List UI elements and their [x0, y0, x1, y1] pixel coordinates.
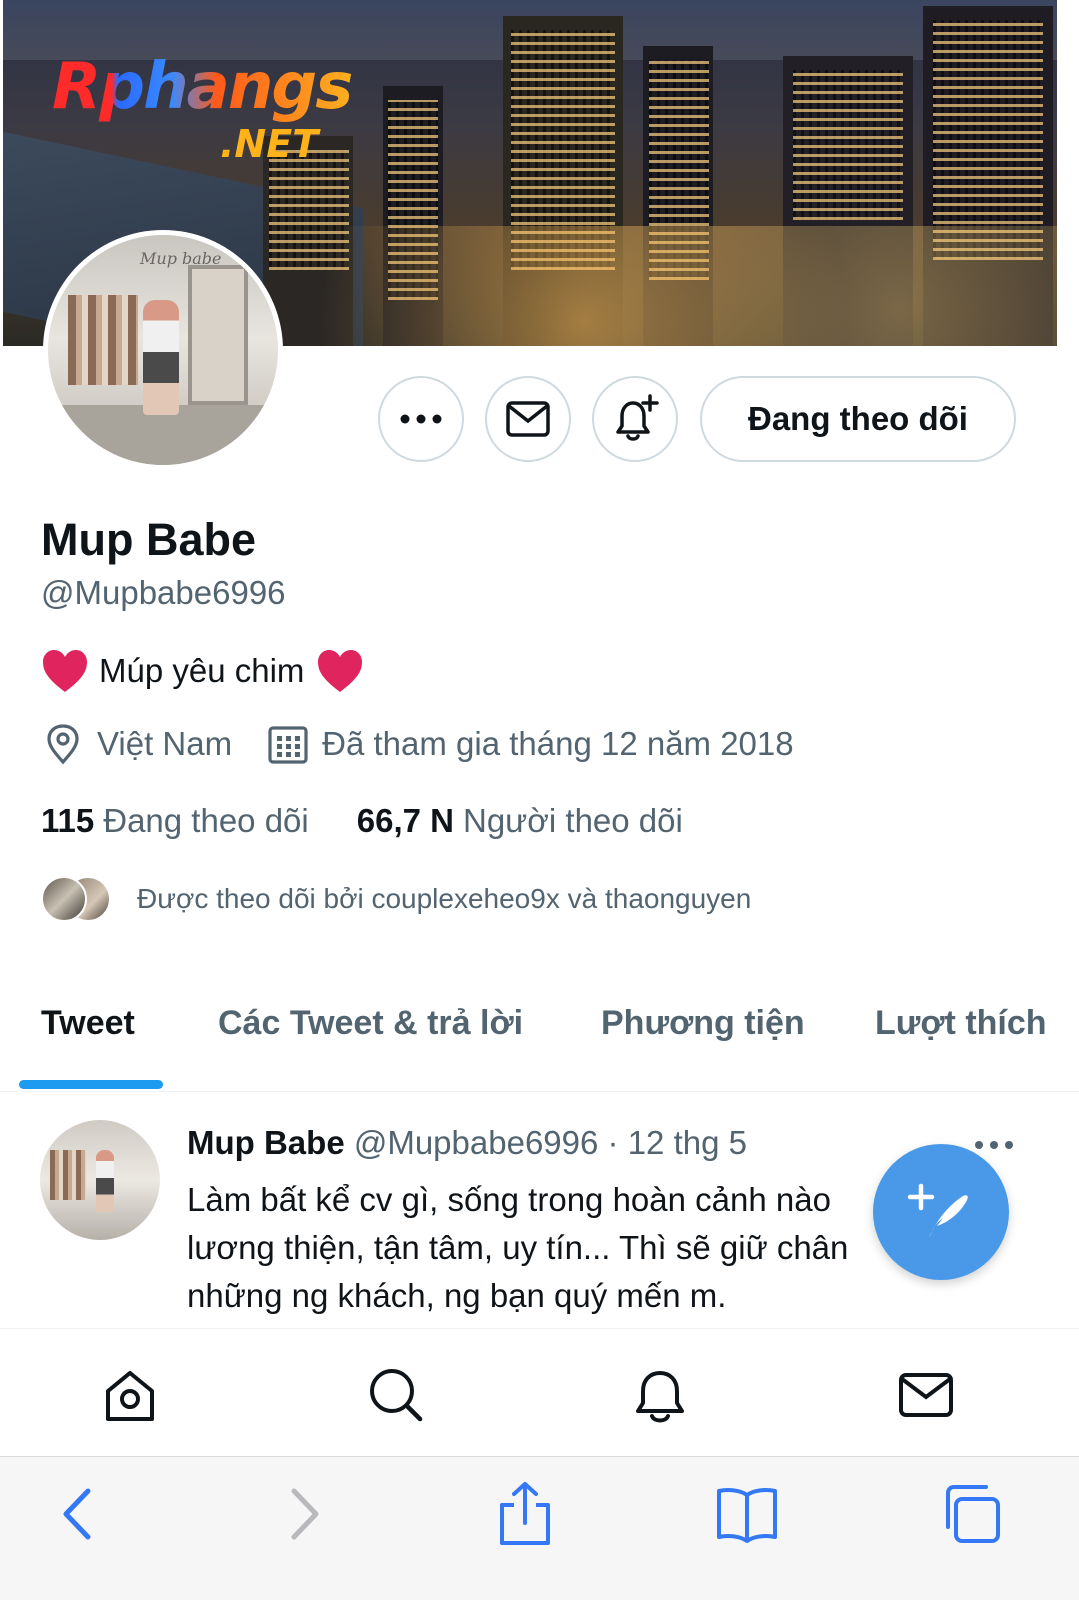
envelope-icon[interactable] [896, 1365, 956, 1425]
search-icon[interactable] [366, 1365, 426, 1425]
profile-name: Mup Babe [41, 514, 257, 565]
avatar-shop-sign: Mup babe [140, 249, 222, 268]
profile-joined-date: Đã tham gia tháng 12 năm 2018 [322, 725, 794, 762]
profile-tabs: Tweet Các Tweet & trả lời Phương tiện Lư… [0, 990, 1079, 1092]
notifications-button[interactable] [592, 376, 678, 462]
tweet-text: Làm bất kể cv gì, sống trong hoàn cảnh n… [187, 1181, 849, 1314]
profile-location: Việt Nam [97, 725, 233, 762]
tweet-avatar[interactable] [40, 1120, 160, 1240]
message-button[interactable] [485, 376, 571, 462]
envelope-icon [506, 401, 550, 437]
followed-by-avatars [41, 876, 111, 922]
following-label: Đang theo dõi [103, 802, 309, 839]
avatar-clothes-rack [68, 295, 138, 385]
bookmarks-icon[interactable] [714, 1481, 780, 1547]
avatar-person [143, 300, 179, 415]
location-pin-icon [47, 724, 79, 765]
share-icon[interactable] [492, 1481, 558, 1547]
profile-avatar-photo: Mup babe [48, 235, 278, 465]
profile-meta: Việt Nam Đã tham gia tháng 12 năm 2018 [41, 722, 794, 766]
banner-windows [933, 20, 1043, 260]
calendar-icon [268, 726, 308, 764]
avatar [41, 876, 87, 922]
profile-handle: @Mupbabe6996 [41, 574, 286, 611]
watermark-sub: .NET [220, 122, 319, 166]
profile-bio: Múp yêu chim [41, 646, 364, 696]
tab-active-indicator [19, 1080, 163, 1089]
browser-toolbar [0, 1456, 1079, 1600]
tab-tweets[interactable]: Tweet [41, 1004, 135, 1043]
profile-bio-text: Múp yêu chim [99, 652, 305, 689]
bell-plus-icon [616, 394, 659, 441]
watermark-logo: Rphangs .NET [52, 50, 372, 170]
tweet-avatar-person [96, 1150, 114, 1212]
following-count: 115 [41, 802, 95, 839]
tab-media[interactable]: Phương tiện [601, 1004, 805, 1043]
heart-icon [318, 650, 363, 692]
forward-icon[interactable] [270, 1481, 336, 1547]
avatar-mirror [188, 265, 248, 405]
heart-icon [43, 650, 87, 692]
more-options-button[interactable] [378, 376, 464, 462]
following-button[interactable]: Đang theo dõi [700, 376, 1016, 462]
watermark-main: Rphangs [52, 50, 353, 124]
followed-by-text: Được theo dõi bởi couplexeheo9x và thaon… [137, 883, 752, 914]
following-stat[interactable]: 115 Đang theo dõi [41, 802, 309, 840]
more-horizontal-icon [400, 414, 442, 424]
tabs-icon[interactable] [938, 1481, 1004, 1547]
tweet-header: Mup Babe @Mupbabe6996 · 12 thg 5 [187, 1124, 747, 1162]
back-icon[interactable] [46, 1481, 112, 1547]
home-icon[interactable] [100, 1365, 160, 1425]
tweet-author-name[interactable]: Mup Babe [187, 1124, 345, 1161]
tweet-handle-date: @Mupbabe6996 · 12 thg 5 [353, 1124, 747, 1161]
banner-windows [793, 70, 903, 220]
compose-tweet-button[interactable] [873, 1144, 1009, 1280]
tab-tweets-replies[interactable]: Các Tweet & trả lời [218, 1004, 523, 1043]
compose-feather-icon [907, 1183, 968, 1238]
followed-by[interactable]: Được theo dõi bởi couplexeheo9x và thaon… [41, 876, 751, 922]
followers-count: 66,7 N [356, 802, 454, 839]
bell-icon[interactable] [630, 1365, 690, 1425]
followers-stat[interactable]: 66,7 N Người theo dõi [357, 802, 683, 840]
followers-label: Người theo dõi [462, 802, 683, 839]
tab-likes[interactable]: Lượt thích [875, 1004, 1047, 1043]
tweet-avatar-rack [50, 1150, 86, 1200]
bottom-navigation [0, 1328, 1079, 1456]
profile-avatar[interactable]: Mup babe [43, 230, 283, 470]
profile-stats: 115 Đang theo dõi 66,7 N Người theo dõi [41, 802, 683, 840]
